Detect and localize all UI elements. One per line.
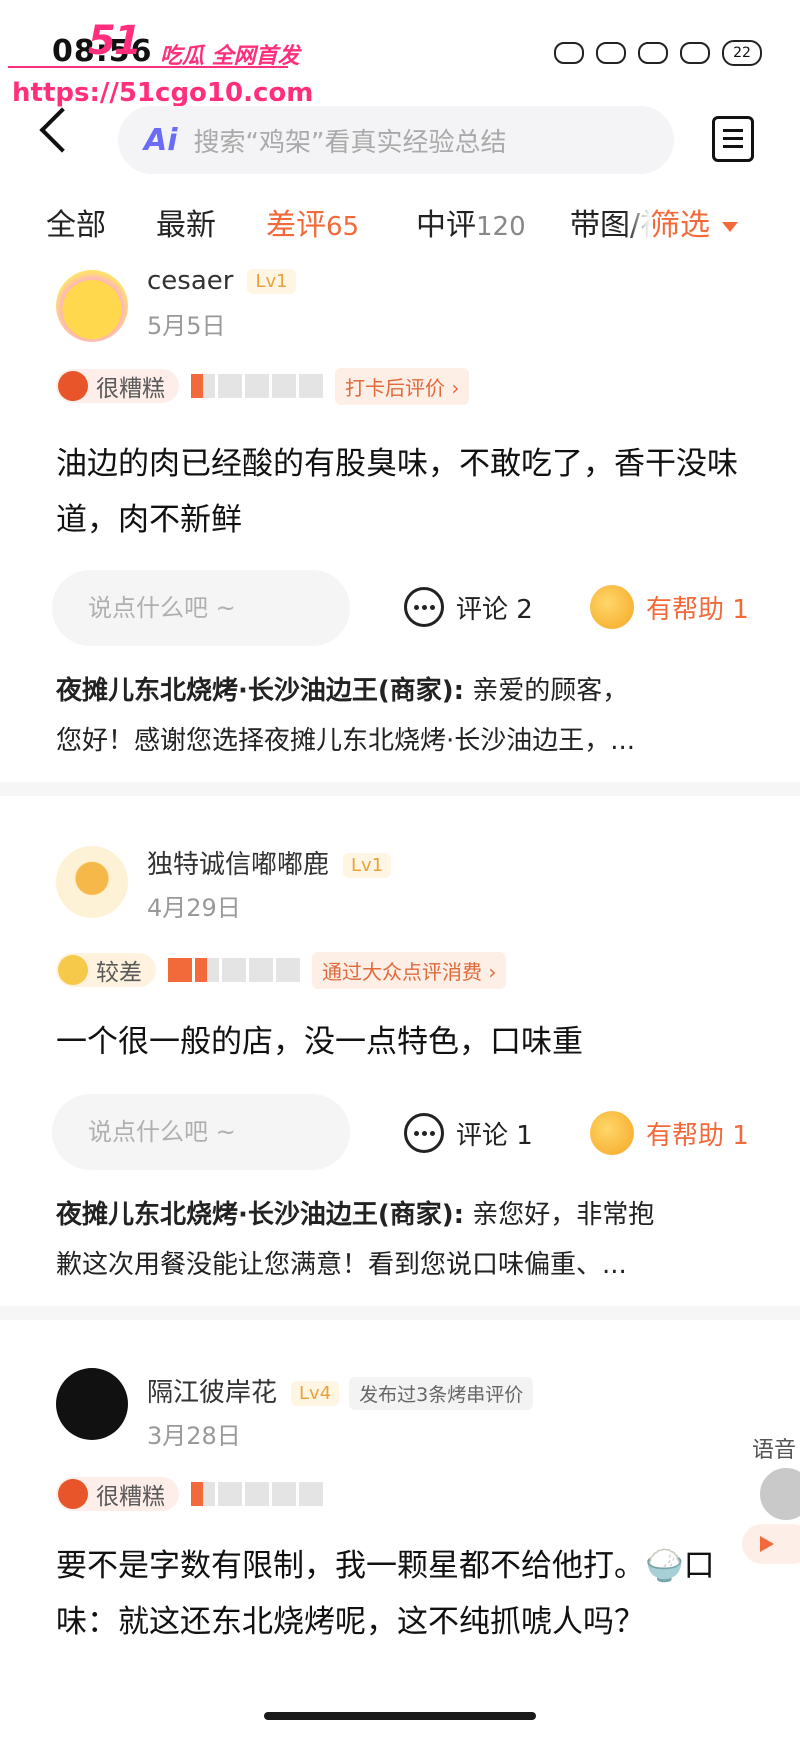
star-icon bbox=[299, 374, 323, 398]
frown-face-icon bbox=[58, 955, 88, 985]
ai-icon: Ai bbox=[144, 122, 178, 158]
star-icon bbox=[218, 374, 242, 398]
review-date: 3月28日 bbox=[147, 1422, 241, 1450]
home-indicator[interactable] bbox=[264, 1712, 536, 1720]
helpful-emoji-icon bbox=[590, 1111, 634, 1155]
list-menu-icon[interactable] bbox=[712, 116, 754, 162]
star-icon bbox=[299, 1482, 323, 1506]
merchant-reply[interactable]: 夜摊儿东北烧烤·长沙油边王(商家): 亲您好，非常抱 歉这次用餐没能让您满意！看… bbox=[56, 1190, 746, 1290]
reviewer-badge: 发布过3条烤串评价 bbox=[349, 1377, 534, 1410]
star-icon bbox=[245, 1482, 269, 1506]
watermark-underline bbox=[8, 66, 288, 68]
battery-icon: 22 bbox=[722, 40, 762, 66]
review-date: 5月5日 bbox=[147, 312, 226, 340]
tab-latest[interactable]: 最新 bbox=[156, 200, 216, 244]
star-icon bbox=[168, 958, 192, 982]
comment-button[interactable]: 评论 1 bbox=[404, 1108, 533, 1158]
play-icon[interactable] bbox=[742, 1524, 800, 1564]
helpful-button[interactable]: 有帮助 1 bbox=[590, 1108, 749, 1158]
status-icons: 22 bbox=[554, 40, 762, 66]
level-badge: Lv1 bbox=[247, 269, 296, 294]
star-icon bbox=[191, 1482, 215, 1506]
flower-icon bbox=[554, 42, 584, 64]
level-badge: Lv4 bbox=[291, 1381, 340, 1406]
caret-down-icon bbox=[722, 221, 738, 232]
reply-text: 亲爱的顾客， bbox=[464, 676, 629, 706]
review-source-link[interactable]: 通过大众点评消费 › bbox=[312, 951, 507, 989]
merchant-name: 夜摊儿东北烧烤·长沙油边王(商家): bbox=[56, 676, 465, 706]
star-icon bbox=[222, 958, 246, 982]
merchant-reply[interactable]: 夜摊儿东北烧烤·长沙油边王(商家): 亲爱的顾客， 您好！感谢您选择夜摊儿东北烧… bbox=[56, 666, 746, 766]
mood-badge: 较差 bbox=[56, 953, 156, 987]
signal-icon-2 bbox=[680, 42, 710, 64]
user-name[interactable]: 独特诚信嘟嘟鹿 bbox=[147, 850, 329, 880]
avatar[interactable] bbox=[56, 270, 128, 342]
watermark-logo: 51 bbox=[88, 18, 142, 64]
divider bbox=[0, 1306, 800, 1320]
user-name[interactable]: 隔江彼岸花 bbox=[147, 1378, 277, 1408]
star-icon bbox=[272, 374, 296, 398]
avatar[interactable] bbox=[56, 846, 128, 918]
mood-badge: 很糟糕 bbox=[56, 1477, 179, 1511]
comment-input[interactable]: 说点什么吧 ~ bbox=[52, 1094, 350, 1170]
review-text: 要不是字数有限制，我一颗星都不给他打。🍚口味：就这还东北烧烤呢，这不纯抓唬人吗？ bbox=[56, 1548, 715, 1640]
merchant-name: 夜摊儿东北烧烤·长沙油边王(商家): bbox=[56, 1200, 465, 1230]
star-icon bbox=[272, 1482, 296, 1506]
search-input[interactable]: 搜索“鸡架”看真实经验总结 bbox=[194, 122, 507, 159]
review-text: 油边的肉已经酸的有股臭味，不敢吃了，香干没味道，肉不新鲜 bbox=[56, 446, 738, 538]
angry-face-icon bbox=[58, 1479, 88, 1509]
comment-bubble-icon bbox=[404, 1113, 444, 1153]
voice-avatar[interactable] bbox=[758, 1466, 800, 1522]
helpful-button[interactable]: 有帮助 1 bbox=[590, 582, 749, 632]
helpful-emoji-icon bbox=[590, 585, 634, 629]
reply-text: 歉这次用餐没能让您满意！看到您说口味偏重、... bbox=[56, 1250, 627, 1280]
star-icon bbox=[191, 374, 215, 398]
tab-all[interactable]: 全部 bbox=[46, 200, 106, 244]
review-source-link[interactable]: 打卡后评价 › bbox=[335, 367, 470, 405]
search-bar[interactable]: Ai 搜索“鸡架”看真实经验总结 bbox=[118, 106, 674, 174]
comment-bubble-icon bbox=[404, 587, 444, 627]
star-icon bbox=[249, 958, 273, 982]
reply-text: 亲您好，非常抱 bbox=[464, 1200, 655, 1230]
level-badge: Lv1 bbox=[343, 853, 392, 878]
comment-button[interactable]: 评论 2 bbox=[404, 582, 533, 632]
star-icon bbox=[195, 958, 219, 982]
star-icon bbox=[245, 374, 269, 398]
star-icon bbox=[218, 1482, 242, 1506]
comment-input[interactable]: 说点什么吧 ~ bbox=[52, 570, 350, 646]
rating-row: 很糟糕 打卡后评价 › bbox=[56, 367, 470, 405]
star-rating bbox=[191, 374, 323, 398]
rating-row: 很糟糕 bbox=[56, 1476, 323, 1512]
star-icon bbox=[276, 958, 300, 982]
watermark-url: https://51cgo10.com bbox=[12, 78, 314, 108]
review-tabs: 全部 最新 差评65 中评120 带图/视 筛选 bbox=[0, 200, 800, 256]
filter-button[interactable]: 筛选 bbox=[650, 200, 800, 256]
voice-widget-label: 语音 bbox=[752, 1438, 797, 1463]
reply-text: 您好！感谢您选择夜摊儿东北烧烤·长沙油边王，... bbox=[56, 726, 636, 756]
review-text: 一个很一般的店，没一点特色，口味重 bbox=[56, 1024, 583, 1060]
mood-badge: 很糟糕 bbox=[56, 369, 179, 403]
tab-neutral[interactable]: 中评120 bbox=[416, 200, 526, 244]
user-name[interactable]: cesaer bbox=[147, 266, 233, 296]
review-date: 4月29日 bbox=[147, 894, 241, 922]
signal-icon bbox=[638, 42, 668, 64]
angry-face-icon bbox=[58, 371, 88, 401]
divider bbox=[0, 782, 800, 796]
rating-row: 较差 通过大众点评消费 › bbox=[56, 951, 507, 989]
back-arrow-icon[interactable] bbox=[39, 107, 85, 153]
star-rating bbox=[168, 958, 300, 982]
star-rating bbox=[191, 1482, 323, 1506]
wifi-icon bbox=[596, 42, 626, 64]
tab-negative[interactable]: 差评65 bbox=[266, 200, 359, 244]
avatar[interactable] bbox=[56, 1368, 128, 1440]
